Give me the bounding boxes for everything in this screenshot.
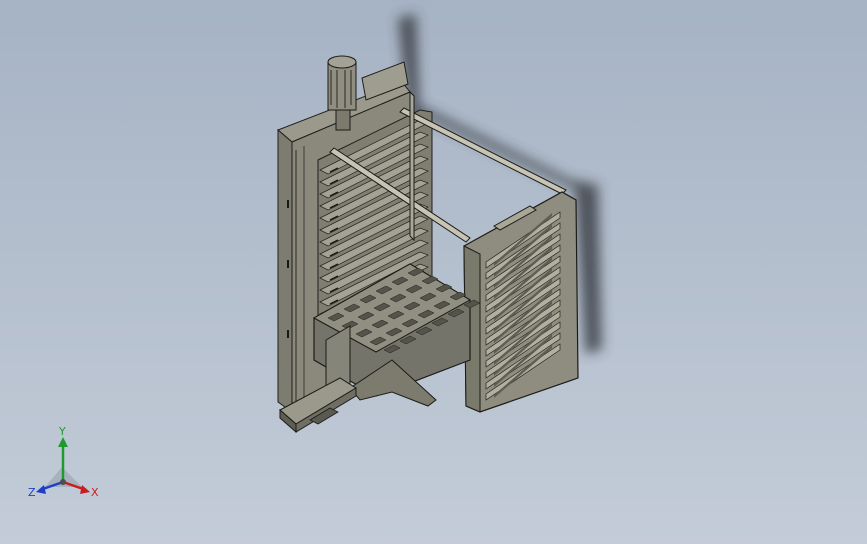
orientation-triad[interactable]: Y X Z bbox=[20, 425, 120, 515]
triad-origin bbox=[60, 479, 66, 485]
graphics-viewport[interactable]: Y X Z bbox=[0, 0, 867, 544]
y-axis-arrowhead bbox=[58, 437, 68, 447]
x-axis-arrowhead bbox=[80, 485, 90, 494]
z-axis-arrowhead bbox=[36, 485, 46, 494]
z-axis-label: Z bbox=[28, 486, 36, 499]
x-axis-label: X bbox=[91, 486, 99, 499]
y-axis-label: Y bbox=[58, 425, 66, 438]
front-door-rack[interactable] bbox=[463, 191, 579, 413]
cad-model-rack-assembly[interactable] bbox=[0, 0, 867, 544]
